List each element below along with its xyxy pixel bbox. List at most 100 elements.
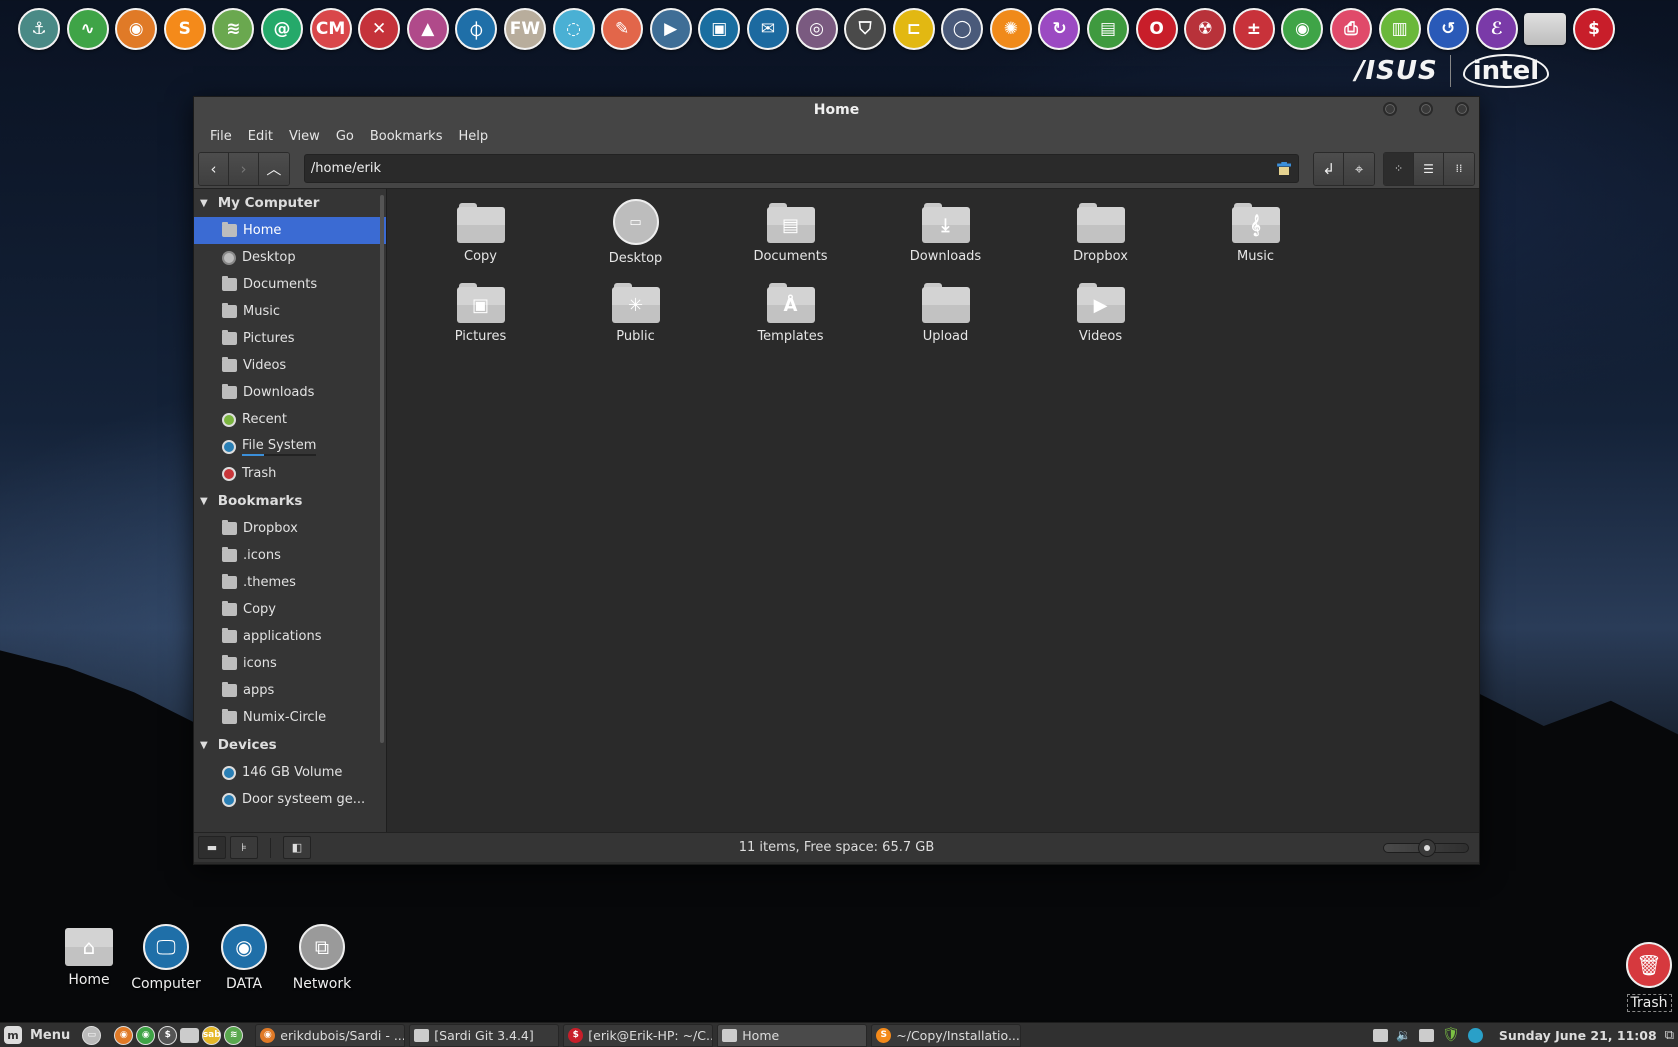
location-input[interactable] xyxy=(310,161,1277,176)
forward-button[interactable]: › xyxy=(228,152,259,185)
desktop-icon-data[interactable]: ◉ DATA xyxy=(205,924,283,992)
list-view-button[interactable]: ☰ xyxy=(1414,152,1445,185)
disc-burner-icon[interactable]: ◎ xyxy=(795,8,838,50)
dropbox-icon[interactable] xyxy=(1467,1027,1483,1043)
display-icon[interactable] xyxy=(1373,1028,1389,1042)
fw-icon[interactable]: FW xyxy=(503,8,546,50)
sidebar-item-icons[interactable]: icons xyxy=(194,650,386,677)
sidebar-item-numix-circle[interactable]: Numix-Circle xyxy=(194,704,386,731)
sidebar-item-door-systeem-ge[interactable]: Door systeem ge... xyxy=(194,786,386,813)
disk-icon[interactable] xyxy=(1419,1028,1435,1042)
file-item[interactable]: Upload xyxy=(868,277,1023,351)
network-manager-icon[interactable]: ◯ xyxy=(941,8,984,50)
toggle-location-button[interactable]: ↲ xyxy=(1314,152,1345,185)
sidebar-section-my-computer[interactable]: ▼ My Computer xyxy=(194,189,386,217)
desktop-icon-network[interactable]: ⧉ Network xyxy=(283,924,361,992)
sidebar-item-icons[interactable]: .icons xyxy=(194,542,386,569)
cm-icon[interactable]: CM xyxy=(309,8,352,50)
menu-button[interactable]: m Menu xyxy=(0,1023,70,1047)
icon-view-button[interactable]: ⁘ xyxy=(1384,152,1415,185)
radiation-icon[interactable]: ☢ xyxy=(1184,8,1227,50)
desktop-icon-home[interactable]: ⌂ Home xyxy=(50,924,128,988)
calculator-icon[interactable]: ± xyxy=(1232,8,1275,50)
menu-help[interactable]: Help xyxy=(450,129,496,144)
titlebar[interactable]: Home xyxy=(194,97,1479,123)
menu-edit[interactable]: Edit xyxy=(240,129,281,144)
clock[interactable]: Sunday June 21, 11:08 xyxy=(1499,1028,1657,1043)
sidebar-item-desktop[interactable]: Desktop xyxy=(194,244,386,271)
sidebar-item-pictures[interactable]: Pictures xyxy=(194,325,386,352)
terminal-icon[interactable]: $ xyxy=(158,1025,178,1045)
file-item[interactable]: 𝄞 Music xyxy=(1178,197,1333,271)
locate-button[interactable]: ⌖ xyxy=(1344,152,1375,185)
inkscape-icon[interactable]: ▲ xyxy=(406,8,449,50)
expander-triangle-icon[interactable]: ▼ xyxy=(200,496,208,507)
sidebar-item-applications[interactable]: applications xyxy=(194,623,386,650)
sublime-text-icon[interactable]: S xyxy=(163,8,206,50)
taskbar-window-button[interactable]: $ [erik@Erik-HP: ~/C... xyxy=(563,1023,714,1047)
sidebar-item-music[interactable]: Music xyxy=(194,298,386,325)
zoom-slider-handle[interactable] xyxy=(1418,839,1436,857)
orange-wheel-icon[interactable]: ✺ xyxy=(989,8,1032,50)
sidebar-item-146-gb-volume[interactable]: 146 GB Volume xyxy=(194,759,386,786)
thunderbird-icon[interactable]: ✉ xyxy=(746,8,789,50)
opera-icon[interactable]: O xyxy=(1135,8,1178,50)
compact-view-button[interactable]: ⁞⁞ xyxy=(1444,152,1474,185)
sidebar-section-devices[interactable]: ▼ Devices xyxy=(194,731,386,759)
anchor-icon[interactable]: ⚓ xyxy=(18,8,60,50)
spotify-icon[interactable]: ≋ xyxy=(224,1025,244,1045)
sidebar-item-apps[interactable]: apps xyxy=(194,677,386,704)
ruler-icon[interactable]: ⊏ xyxy=(892,8,935,50)
tools-icon[interactable]: ✕ xyxy=(358,8,401,50)
expander-triangle-icon[interactable]: ▼ xyxy=(200,198,208,209)
show-desktop-icon[interactable]: ▭ xyxy=(82,1025,102,1045)
firefox-icon[interactable]: ◉ xyxy=(114,1025,134,1045)
screenshot-icon[interactable]: ◌ xyxy=(552,8,595,50)
menu-bookmarks[interactable]: Bookmarks xyxy=(362,129,451,144)
expander-triangle-icon[interactable]: ▼ xyxy=(200,740,208,751)
file-item[interactable]: Å Templates xyxy=(713,277,868,351)
chrome-icon[interactable]: ◉ xyxy=(136,1025,156,1045)
close-button[interactable] xyxy=(1455,102,1469,116)
back-button[interactable]: ‹ xyxy=(199,152,229,185)
book-reader-icon[interactable]: ▥ xyxy=(1378,8,1421,50)
hardware-card-icon[interactable]: ▤ xyxy=(1087,8,1130,50)
zoom-slider[interactable] xyxy=(1383,839,1469,857)
folder-icon[interactable] xyxy=(1524,13,1567,45)
sidebar-item-downloads[interactable]: Downloads xyxy=(194,379,386,406)
sidebar-item-videos[interactable]: Videos xyxy=(194,352,386,379)
chrome-icon[interactable]: ◉ xyxy=(1281,8,1324,50)
mixer-icon[interactable]: ⏀ xyxy=(455,8,498,50)
taskbar-window-button[interactable]: ◉ erikdubois/Sardi - ... xyxy=(255,1023,406,1047)
file-item[interactable]: ▶ Videos xyxy=(1023,277,1178,351)
menu-go[interactable]: Go xyxy=(328,129,362,144)
sidebar-item-documents[interactable]: Documents xyxy=(194,271,386,298)
sidebar-item-home[interactable]: Home xyxy=(194,217,386,244)
backup-icon[interactable]: ↺ xyxy=(1427,8,1470,50)
home-icon[interactable] xyxy=(1276,162,1292,176)
file-item[interactable]: ⤓ Downloads xyxy=(868,197,1023,271)
file-item[interactable]: Dropbox xyxy=(1023,197,1178,271)
taskbar-window-button[interactable]: [Sardi Git 3.4.4] xyxy=(409,1023,560,1047)
workspace-switcher-icon[interactable]: ⧉ xyxy=(1665,1028,1674,1043)
sidebar-item-copy[interactable]: Copy xyxy=(194,596,386,623)
show-places-button[interactable]: ▬ xyxy=(198,836,226,859)
sabnzbd-icon[interactable]: sab xyxy=(202,1025,222,1045)
menu-file[interactable]: File xyxy=(202,129,240,144)
file-item[interactable]: Copy xyxy=(403,197,558,271)
minimize-button[interactable] xyxy=(1383,102,1397,116)
shield-icon[interactable]: ⛉ xyxy=(844,8,887,50)
file-item[interactable]: ▣ Pictures xyxy=(403,277,558,351)
firefox-icon[interactable]: ◉ xyxy=(115,8,158,50)
menu-view[interactable]: View xyxy=(281,129,328,144)
maximize-button[interactable] xyxy=(1419,102,1433,116)
file-item[interactable]: ▭ Desktop xyxy=(558,197,713,271)
up-button[interactable]: ︿ xyxy=(258,152,289,185)
update-shield-icon[interactable]: 🛡 xyxy=(1442,1027,1460,1043)
file-item[interactable]: ✳ Public xyxy=(558,277,713,351)
sidebar-item-file-system[interactable]: File System xyxy=(194,433,386,460)
system-monitor-icon[interactable]: ∿ xyxy=(66,8,109,50)
sidebar-item-themes[interactable]: .themes xyxy=(194,569,386,596)
show-treeview-button[interactable]: ⊧ xyxy=(230,836,258,859)
hide-sidebar-button[interactable]: ◧ xyxy=(283,836,311,859)
